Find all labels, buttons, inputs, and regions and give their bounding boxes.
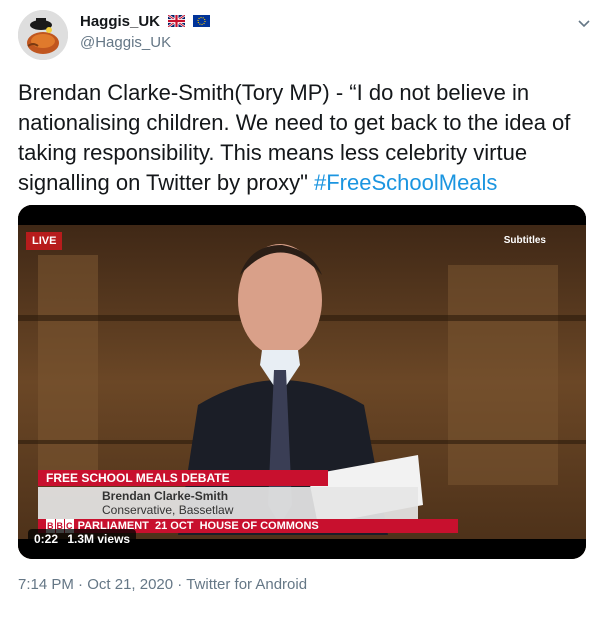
- tweet-card: Haggis_UK @Haggis_UK Brendan Clarke-Smit…: [0, 0, 614, 617]
- lower-third-title: FREE SCHOOL MEALS DEBATE: [38, 470, 328, 486]
- speaker-name: Brendan Clarke-Smith: [102, 489, 229, 503]
- live-label: LIVE: [26, 232, 63, 250]
- flags: [168, 12, 212, 30]
- meta-separator-2: ·: [173, 576, 187, 593]
- video-player[interactable]: LIVE Subtitles FREE SCHOOL MEALS DEBATE …: [18, 205, 586, 559]
- tweet-date[interactable]: Oct 21, 2020: [87, 576, 173, 593]
- speaker-role: Conservative, Bassetlaw: [102, 503, 234, 517]
- tweet-time[interactable]: 7:14 PM: [18, 576, 74, 593]
- avatar-image: [18, 10, 68, 60]
- uk-flag-icon: [168, 14, 186, 27]
- eu-flag-icon: [192, 14, 210, 27]
- display-name[interactable]: Haggis_UK: [80, 13, 160, 30]
- lower-third-speaker: Brendan Clarke-Smith Conservative, Basse…: [38, 487, 418, 519]
- tweet-source[interactable]: Twitter for Android: [186, 576, 307, 593]
- handle[interactable]: @Haggis_UK: [80, 34, 213, 51]
- meta-separator: ·: [73, 576, 88, 593]
- avatar[interactable]: [18, 10, 68, 60]
- video-views: 1.3M views: [67, 532, 131, 546]
- subtitles-label: Subtitles: [503, 235, 546, 246]
- author-block: Haggis_UK @Haggis_UK: [80, 12, 213, 51]
- video-duration: 0:22: [34, 532, 59, 546]
- tweet-text: Brendan Clarke-Smith(Tory MP) - “I do no…: [18, 78, 596, 198]
- video-stats-badge: 0:22 1.3M views: [28, 529, 137, 549]
- hashtag-link[interactable]: #FreeSchoolMeals: [314, 170, 497, 195]
- chevron-down-icon[interactable]: [576, 16, 592, 32]
- tweet-meta: 7:14 PM · Oct 21, 2020 · Twitter for And…: [18, 576, 307, 593]
